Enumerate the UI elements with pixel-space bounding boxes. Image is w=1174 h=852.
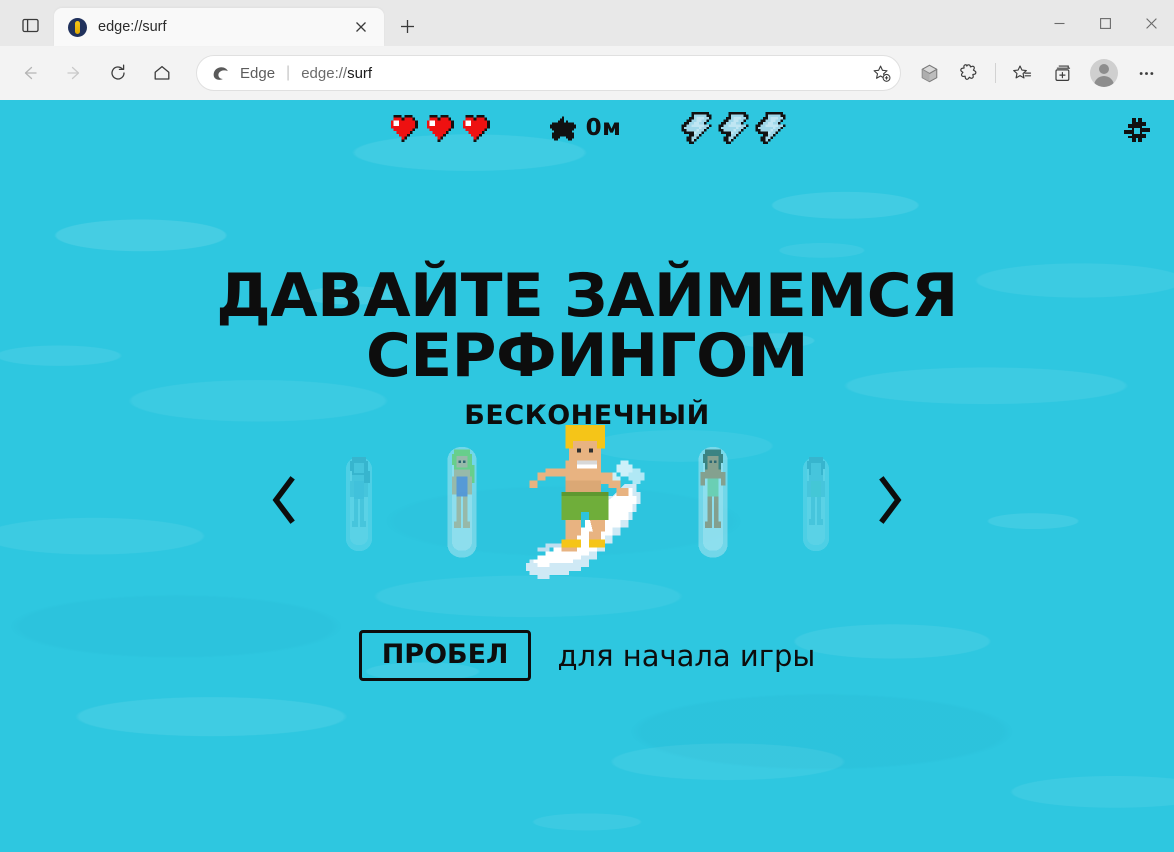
surfer-sprite-selected: [525, 424, 645, 579]
close-window-button[interactable]: [1128, 0, 1174, 46]
start-instruction: для начала игры: [557, 638, 816, 673]
lightning-bolt-icon: [682, 112, 712, 144]
collections-button[interactable]: [1044, 55, 1080, 91]
window-controls: [1036, 0, 1174, 46]
tab-strip: edge://surf: [0, 0, 1174, 46]
close-tab-icon[interactable]: [348, 14, 374, 40]
close-icon: [1145, 17, 1157, 29]
address-bar[interactable]: Edge | edge://surf: [196, 55, 901, 91]
heart-icon: [426, 114, 454, 142]
character-list: [307, 400, 867, 600]
more-options-button[interactable]: [1128, 55, 1164, 91]
character-option-selected[interactable]: [513, 400, 661, 600]
edge-logo-icon: [213, 67, 228, 80]
chevron-right-icon: [879, 476, 902, 524]
collections-icon: [1054, 64, 1070, 81]
carousel-prev-button[interactable]: [261, 472, 307, 528]
character-option[interactable]: [307, 400, 410, 600]
extensions-button[interactable]: [951, 55, 987, 91]
home-button[interactable]: [144, 55, 180, 91]
character-option[interactable]: [661, 400, 764, 600]
more-icon: [1139, 71, 1153, 75]
forward-button[interactable]: [56, 55, 92, 91]
tab-title: edge://surf: [98, 19, 167, 35]
surfer-sprite: [446, 447, 477, 558]
heart-icon: [390, 114, 418, 142]
chevron-left-icon: [272, 476, 295, 524]
toolbar-divider: [995, 63, 996, 83]
copilot-icon: [921, 64, 937, 82]
add-favorite-button[interactable]: [866, 58, 896, 88]
extensions-icon: [959, 63, 976, 80]
omnibox-brand: Edge: [240, 64, 276, 82]
game-settings-button[interactable]: [1122, 116, 1152, 146]
surf-game-page: 0м ДАВАЙТЕ ЗАЙМЕМСЯ СЕРФИНГОМ БЕСКОНЕЧНЫ…: [0, 100, 1174, 852]
lightning-bolt-icon: [719, 112, 749, 144]
boost-indicator: [681, 112, 786, 144]
back-button[interactable]: [12, 55, 48, 91]
minimize-button[interactable]: [1036, 0, 1082, 46]
surfer-sprite: [697, 447, 728, 558]
favorites-icon: [1012, 64, 1031, 78]
character-carousel: [0, 400, 1174, 600]
star-plus-icon: [873, 65, 890, 82]
tab-actions-icon: [21, 18, 39, 32]
home-icon: [154, 65, 170, 80]
profile-button[interactable]: [1086, 55, 1122, 91]
heart-icon: [462, 114, 490, 142]
surfer-sprite: [802, 457, 829, 551]
favorites-button[interactable]: [1004, 55, 1040, 91]
maximize-button[interactable]: [1082, 0, 1128, 46]
lives-indicator: [388, 114, 490, 142]
score-value: 0м: [585, 115, 622, 141]
surfboard-icon: [68, 17, 87, 37]
refresh-button[interactable]: [100, 55, 136, 91]
tab-actions-button[interactable]: [10, 8, 50, 42]
omnibox-separator: |: [286, 64, 291, 81]
new-tab-button[interactable]: [390, 9, 424, 43]
copilot-button[interactable]: [911, 55, 947, 91]
lightning-bolt-icon: [756, 112, 786, 144]
arrow-right-icon: [67, 66, 80, 80]
spacebar-key-button[interactable]: ПРОБЕЛ: [358, 630, 532, 681]
start-prompt: ПРОБЕЛ для начала игры: [0, 630, 1174, 681]
character-option[interactable]: [410, 400, 513, 600]
maximize-icon: [1099, 17, 1111, 29]
browser-tab[interactable]: edge://surf: [54, 8, 384, 46]
surfer-sprite: [345, 457, 372, 551]
minimize-icon: [1054, 22, 1064, 24]
character-option[interactable]: [764, 400, 867, 600]
arrow-left-icon: [24, 66, 37, 80]
plus-icon: [400, 19, 414, 33]
score-display: 0м: [549, 115, 622, 141]
gear-icon: [1124, 118, 1150, 142]
game-hud: 0м: [0, 100, 1174, 156]
star-icon: [549, 116, 576, 140]
refresh-icon: [111, 64, 125, 80]
omnibox-url: edge://surf: [301, 65, 866, 82]
omnibox-url-prefix: edge://: [301, 64, 348, 82]
omnibox-url-page: surf: [347, 64, 373, 82]
navigation-toolbar: Edge | edge://surf: [0, 46, 1174, 100]
browser-window: edge://surf Edge | edge://surf 0м ДАВАЙТ…: [0, 0, 1174, 852]
avatar: [1090, 59, 1118, 87]
page-title: ДАВАЙТЕ ЗАЙМЕМСЯ СЕРФИНГОМ: [216, 261, 958, 391]
carousel-next-button[interactable]: [867, 472, 913, 528]
